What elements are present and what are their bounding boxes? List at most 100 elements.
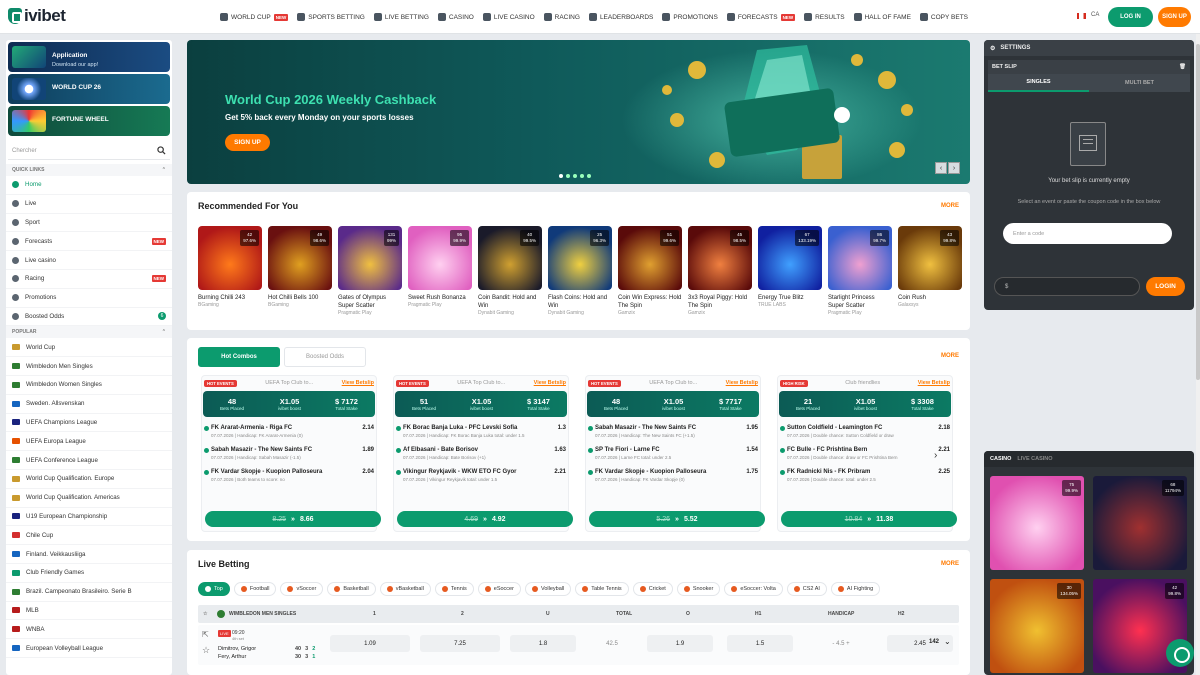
sidebar-item-popular[interactable]: WNBA <box>6 620 172 640</box>
sidebar-item-popular[interactable]: MLB <box>6 602 172 621</box>
sidebar-item-forecasts[interactable]: Forecasts NEW <box>6 232 172 252</box>
view-betslip-link[interactable]: View Betslip <box>342 380 374 386</box>
view-betslip-link[interactable]: View Betslip <box>534 380 566 386</box>
star-icon[interactable]: ☆ <box>202 645 210 656</box>
betslip-login-button[interactable]: LOGIN <box>1146 277 1185 296</box>
sidebar-item-popular[interactable]: Brazil. Campeonato Brasileiro. Serie B <box>6 583 172 602</box>
sidebar-item-boosted-odds[interactable]: Boosted Odds 6 <box>6 308 172 327</box>
chevron-down-icon[interactable]: ⌄ <box>944 637 951 646</box>
game-card[interactable]: 86 99.7% Starlight Princess Super Scatter P… <box>828 226 892 317</box>
more-markets[interactable]: 142 <box>929 639 939 645</box>
quick-links-header[interactable]: QUICK LINKS ⌃ <box>6 164 172 176</box>
sport-filter-table-tennis[interactable]: Table Tennis <box>575 582 629 596</box>
tab-casino[interactable]: CASINO <box>990 456 1011 462</box>
sidebar-item-live[interactable]: Live <box>6 195 172 214</box>
odd-button[interactable]: 1.5 <box>727 635 793 652</box>
signup-button[interactable]: SIGN UP <box>1158 7 1191 27</box>
game-thumbnail[interactable]: 95 99.9% <box>408 226 472 290</box>
combos-more-link[interactable]: MORE <box>941 353 959 359</box>
game-thumbnail[interactable]: 86 99.7% <box>828 226 892 290</box>
sidebar-item-home[interactable]: Home <box>6 176 172 195</box>
live-more-link[interactable]: MORE <box>941 561 959 567</box>
game-card[interactable]: 25 96.3% Flash Coins: Hold and Win Dynabit … <box>548 226 612 317</box>
recommended-more-link[interactable]: MORE <box>941 203 959 209</box>
app-promo[interactable]: Application Download our app! <box>8 42 170 72</box>
sidebar-item-popular[interactable]: World Cup Qualification. Americas <box>6 489 172 508</box>
nav-item-hall-of-fame[interactable]: HALL OF FAME <box>853 13 911 21</box>
casino-game-tile[interactable]: 30 134.05% <box>990 579 1084 673</box>
place-combo-button[interactable]: 5.26 » 5.52 <box>589 511 765 527</box>
carousel-dot[interactable] <box>566 174 570 178</box>
search-input[interactable]: Chercher <box>12 148 37 154</box>
nav-item-live-betting[interactable]: LIVE BETTING <box>373 13 429 21</box>
sport-filter-football[interactable]: Football <box>233 582 277 596</box>
nav-item-copy-bets[interactable]: COPY BETS <box>919 13 968 21</box>
nav-item-live-casino[interactable]: LIVE CASINO <box>482 13 535 21</box>
game-thumbnail[interactable]: 40 99.5% <box>478 226 542 290</box>
sidebar-item-popular[interactable]: Wimbledon Men Singles <box>6 357 172 376</box>
tab-boosted-odds[interactable]: Boosted Odds <box>284 347 366 367</box>
nav-item-promotions[interactable]: PROMOTIONS <box>662 13 718 21</box>
game-thumbnail[interactable]: 45 98.5% <box>688 226 752 290</box>
game-card[interactable]: 49 98.6% Hot Chilli Bells 100 BGaming <box>268 226 332 317</box>
sport-filter-basketball[interactable]: Basketball <box>327 582 376 596</box>
logo[interactable]: ivibet <box>8 6 66 26</box>
game-card[interactable]: 51 99.6% Coin Win Express: Hold The Spin Ga… <box>618 226 682 317</box>
hero-signup-button[interactable]: SIGN UP <box>225 134 270 151</box>
sport-filter-vbasketball[interactable]: vBasketball <box>379 582 431 596</box>
place-combo-button[interactable]: 4.69 » 4.92 <box>397 511 573 527</box>
pin-icon[interactable]: ⇱ <box>202 630 209 639</box>
sidebar-item-popular[interactable]: Sweden. Allsvenskan <box>6 395 172 414</box>
odd-button[interactable]: 1.09 <box>330 635 410 652</box>
sidebar-item-popular[interactable]: U19 European Championship <box>6 508 172 527</box>
nav-item-world-cup[interactable]: WORLD CUP NEW <box>220 13 289 21</box>
sport-filter-cs2-ai[interactable]: CS2 AI <box>786 582 827 596</box>
tab-multi-bet[interactable]: MULTI BET <box>1089 74 1190 92</box>
casino-game-tile[interactable]: 75 99.9% <box>990 476 1084 570</box>
carousel-dot[interactable] <box>580 174 584 178</box>
nav-item-forecasts[interactable]: FORECASTS NEW <box>726 13 796 21</box>
chat-button[interactable] <box>1166 639 1194 667</box>
game-card[interactable]: 42 97.6% Burning Chilli 243 BGaming <box>198 226 262 317</box>
game-thumbnail[interactable]: 51 99.6% <box>618 226 682 290</box>
search-box[interactable]: Chercher <box>8 142 170 160</box>
game-thumbnail[interactable]: 43 99.8% <box>898 226 962 290</box>
odd-button[interactable]: 7.25 <box>420 635 500 652</box>
language-selector[interactable]: CA <box>1091 12 1099 18</box>
sport-filter-vsoccer[interactable]: vSoccer <box>280 582 324 596</box>
next-arrow-icon[interactable]: › <box>948 162 960 174</box>
nav-item-racing[interactable]: RACING <box>543 13 580 21</box>
fortune-wheel-promo[interactable]: FORTUNE WHEEL <box>8 106 170 136</box>
sidebar-item-popular[interactable]: World Cup Qualification. Europe <box>6 470 172 489</box>
hero-banner[interactable]: World Cup 2026 Weekly Cashback Get 5% ba… <box>187 40 970 184</box>
game-card[interactable]: 40 99.5% Coin Bandit: Hold and Win Dynabit … <box>478 226 542 317</box>
sidebar-item-popular[interactable]: European Volleyball League <box>6 639 172 658</box>
tab-live-casino[interactable]: LIVE CASINO <box>1017 456 1052 462</box>
sport-filter-volleyball[interactable]: Volleyball <box>524 582 572 596</box>
sport-filter-esoccer[interactable]: eSoccer <box>477 582 521 596</box>
prev-arrow-icon[interactable]: ‹ <box>935 162 947 174</box>
settings-bar[interactable]: ⚙ SETTINGS <box>984 40 1194 56</box>
nav-item-casino[interactable]: CASINO <box>437 13 474 21</box>
sidebar-item-popular[interactable]: Wimbledon Women Singles <box>6 376 172 395</box>
game-card[interactable]: 43 99.8% Coin Rush Galaxsys <box>898 226 962 317</box>
tab-singles[interactable]: SINGLES <box>988 74 1089 92</box>
place-combo-button[interactable]: 8.25 » 8.66 <box>205 511 381 527</box>
carousel-dot[interactable] <box>559 174 563 178</box>
sidebar-item-popular[interactable]: UEFA Conference League <box>6 451 172 470</box>
sidebar-item-popular[interactable]: Chile Cup <box>6 526 172 546</box>
login-button[interactable]: LOG IN <box>1108 7 1153 27</box>
search-icon[interactable] <box>157 146 166 155</box>
popular-header[interactable]: POPULAR ⌃ <box>6 326 172 339</box>
sport-filter-tennis[interactable]: Tennis <box>434 582 474 596</box>
game-card[interactable]: 95 99.9% Sweet Rush Bonanza Pragmatic Play <box>408 226 472 317</box>
sidebar-item-popular[interactable]: Club Friendly Games <box>6 564 172 583</box>
sidebar-item-promotions[interactable]: Promotions <box>6 289 172 308</box>
coupon-code-input[interactable]: Enter a code <box>1003 223 1172 244</box>
view-betslip-link[interactable]: View Betslip <box>918 380 950 386</box>
odd-button[interactable]: 1.8 <box>510 635 576 652</box>
star-icon[interactable]: ☆ <box>203 611 213 617</box>
game-thumbnail[interactable]: 42 97.6% <box>198 226 262 290</box>
sport-filter-cricket[interactable]: Cricket <box>632 582 673 596</box>
game-thumbnail[interactable]: 67 133.19% <box>758 226 822 290</box>
